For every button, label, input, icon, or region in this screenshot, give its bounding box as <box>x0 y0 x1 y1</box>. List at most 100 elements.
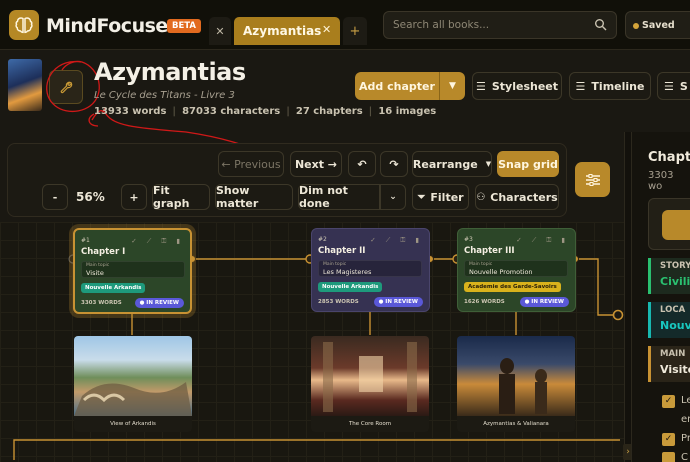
location-value: Nouv <box>660 319 690 332</box>
tab-label: Azymantias <box>243 24 322 38</box>
chapter-title: Chapter II <box>318 246 366 256</box>
rearrange-select[interactable]: Rearrange ▼ <box>412 151 492 177</box>
list-icon: ☰ <box>664 79 674 93</box>
location-field[interactable]: LOCA Nouv <box>648 302 690 338</box>
characters-button[interactable]: ⚇ Characters <box>475 184 559 210</box>
dim-menu-button[interactable]: ⌄ <box>380 184 406 210</box>
checkbox-3[interactable] <box>662 452 675 462</box>
detail-title: Chapte <box>648 150 690 165</box>
chapter-word-count: 2853 WORDS <box>318 299 359 305</box>
chapter-count: 27 chapters <box>295 106 363 117</box>
close-icon: ✕ <box>215 24 225 38</box>
main-topic-detail-field[interactable]: MAIN Visite <box>648 346 690 382</box>
sliders-button[interactable] <box>575 162 610 197</box>
main-topic-detail-value: Visite <box>660 363 690 376</box>
main-topic-label: Main topic <box>323 262 347 267</box>
image-caption: Azymantias & Valianara <box>457 416 575 432</box>
beta-badge: BETA <box>167 19 202 33</box>
chapter-image-core-room[interactable] <box>311 336 429 416</box>
chapter-action-icons[interactable]: ✓ ⟋ ⚿ ▮ <box>131 237 184 246</box>
new-tab-button[interactable]: + <box>343 17 367 45</box>
word-count: 13933 words <box>94 106 167 117</box>
redo-button[interactable]: ↷ <box>380 151 408 177</box>
redo-icon: ↷ <box>389 157 399 171</box>
saved-dot-icon <box>633 23 639 29</box>
filter-label: Filter <box>430 190 464 204</box>
timeline-icon: ☰ <box>575 79 586 93</box>
filter-button[interactable]: ⏷ Filter <box>412 184 469 210</box>
rearrange-label: Rearrange <box>412 157 478 171</box>
chapter-action-icons[interactable]: ✓ ⟋ ⚿ ▮ <box>516 236 569 245</box>
undo-button[interactable]: ↶ <box>348 151 376 177</box>
fit-graph-button[interactable]: Fit graph <box>152 184 210 210</box>
saved-label: Saved <box>642 20 675 31</box>
zoom-out-button[interactable]: - <box>42 184 68 210</box>
detail-words: 3303 wo <box>648 170 674 192</box>
add-chapter-menu-button[interactable]: ▼ <box>439 72 465 100</box>
image-count: 16 images <box>378 106 437 117</box>
main-topic-field[interactable]: Main topic Nouvelle Promotion <box>464 260 568 277</box>
caret-down-icon: ▼ <box>485 160 492 168</box>
next-button[interactable]: Next → <box>290 151 342 177</box>
book-subtitle: Le Cycle des Titans - Livre 3 <box>94 90 235 101</box>
extra-header-button[interactable]: ☰ S <box>657 72 690 100</box>
snap-grid-button[interactable]: Snap grid <box>497 151 559 177</box>
app-logo[interactable] <box>9 10 39 40</box>
main-topic-field[interactable]: Main topic Les Magisteres <box>318 260 422 277</box>
checklist-item-2: Pr <box>681 433 690 444</box>
save-status: Saved <box>625 11 690 39</box>
chevron-right-icon: › <box>626 447 630 457</box>
image-caption: The Core Room <box>311 416 429 432</box>
sliders-icon <box>585 173 600 186</box>
add-chapter-button[interactable]: Add chapter <box>355 72 439 100</box>
chapter-image-arkandis[interactable] <box>74 336 192 416</box>
app-window: MindFocuser BETA ✕ Azymantias ✕ + Search… <box>0 0 690 462</box>
stylesheet-label: Stylesheet <box>491 79 558 93</box>
location-tag: Nouvelle Arkandis <box>318 282 383 292</box>
status-badge: ● IN REVIEW <box>373 297 423 307</box>
story-value: Civilis <box>660 275 690 288</box>
stylesheet-button[interactable]: ☰ Stylesheet <box>472 72 562 100</box>
stylesheet-icon: ☰ <box>475 79 486 93</box>
dim-not-done-button[interactable]: Dim not done <box>298 184 380 210</box>
main-topic-label: Main topic <box>86 263 110 268</box>
main-topic-value: Nouvelle Promotion <box>469 268 533 276</box>
main-topic-field[interactable]: Main topic Visite <box>81 261 185 278</box>
chapter-word-count: 1626 WORDS <box>464 299 505 305</box>
checklist-item-1-cont: en <box>681 414 690 425</box>
status-badge: ● IN REVIEW <box>134 298 184 308</box>
previous-button[interactable]: ← Previous <box>218 151 284 177</box>
brain-icon <box>15 17 33 34</box>
search-input[interactable]: Search all books... <box>383 11 617 39</box>
zoom-in-button[interactable]: + <box>121 184 147 210</box>
main-topic-detail-label: MAIN <box>660 349 686 359</box>
chapter-action-icons[interactable]: ✓ ⟋ ⚿ ▮ <box>370 236 423 245</box>
show-matter-button[interactable]: Show matter <box>215 184 293 210</box>
detail-action-button[interactable] <box>662 210 690 240</box>
panel-divider[interactable] <box>624 132 631 462</box>
checkbox-2[interactable]: ✓ <box>662 433 675 446</box>
chapter-number: #3 <box>464 236 473 243</box>
location-tag: Nouvelle Arkandis <box>81 283 146 293</box>
chevron-down-icon: ▼ <box>449 81 456 91</box>
main-topic-value: Les Magisteres <box>323 268 372 276</box>
book-title: Azymantias <box>94 58 246 86</box>
close-icon[interactable]: ✕ <box>322 23 331 36</box>
extra-header-label: S <box>679 79 688 93</box>
story-field[interactable]: STORY Civilis <box>648 258 690 294</box>
search-placeholder: Search all books... <box>393 19 490 31</box>
timeline-button[interactable]: ☰ Timeline <box>569 72 651 100</box>
chapter-card-3[interactable]: #3 ✓ ⟋ ⚿ ▮ Chapter III Main topic Nouvell… <box>457 228 576 312</box>
chapter-image-azymantias[interactable] <box>457 336 575 416</box>
chapter-card-2[interactable]: #2 ✓ ⟋ ⚿ ▮ Chapter II Main topic Les Magi… <box>311 228 430 312</box>
status-badge: ● IN REVIEW <box>519 297 569 307</box>
checkbox-1[interactable]: ✓ <box>662 395 675 408</box>
main-topic-value: Visite <box>86 269 104 277</box>
chevron-down-icon: ⌄ <box>389 192 397 202</box>
main-topic-label: Main topic <box>469 262 493 267</box>
undo-icon: ↶ <box>357 157 367 171</box>
search-icon[interactable] <box>594 18 608 32</box>
filter-icon: ⏷ <box>417 191 426 203</box>
chapter-card-1[interactable]: #1 ✓ ⟋ ⚿ ▮ Chapter I Main topic Visite No… <box>73 228 192 314</box>
checklist-item-1: Le <box>681 395 690 406</box>
